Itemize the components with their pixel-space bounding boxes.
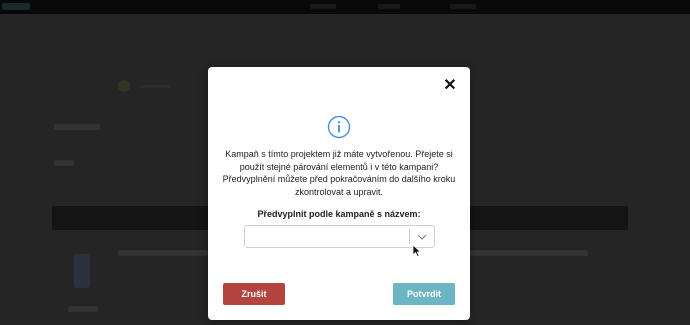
cancel-button[interactable]: Zrušit (223, 283, 285, 305)
select-label: Předvyplnit podle kampaně s názvem: (257, 209, 421, 219)
chevron-down-icon[interactable] (416, 231, 428, 243)
close-icon[interactable]: ✕ (442, 78, 458, 94)
campaign-select[interactable] (244, 225, 435, 248)
mouse-cursor-icon (412, 244, 422, 258)
select-separator (409, 229, 410, 244)
info-circle-icon (327, 115, 351, 139)
dialog-message: Kampaň s tímto projektem již máte vytvoř… (222, 149, 456, 197)
confirm-dialog: ✕ Kampaň s tímto projektem již máte vytv… (208, 67, 470, 320)
confirm-button[interactable]: Potvrdit (393, 283, 455, 305)
